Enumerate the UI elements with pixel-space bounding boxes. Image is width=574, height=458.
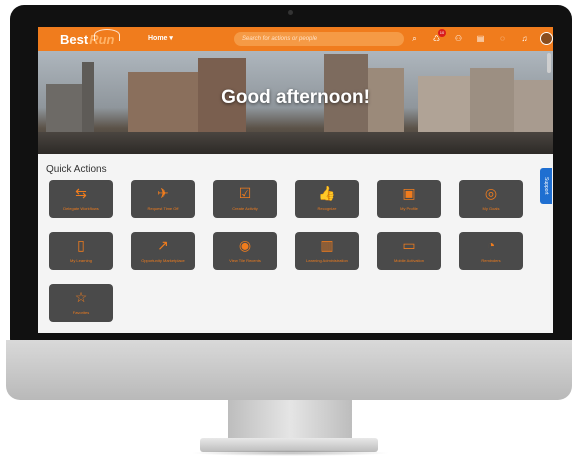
top-navigation-bar: BestRun Home ▾ Search for actions or peo… (38, 27, 553, 51)
open-book-icon: ▥ (320, 237, 334, 253)
growth-chart-icon: ↗ (157, 237, 169, 253)
stand-shadow (190, 450, 390, 456)
quick-action-delegate-workflows[interactable]: ⇆ Delegate Workflows (49, 180, 113, 218)
help-icon[interactable]: ◌ (496, 32, 509, 45)
quick-action-favorites[interactable]: ☆ Favorites (49, 284, 113, 322)
header-icon-group: ⌕ ♺ 10 ⚇ ▤ ◌ ♫ (408, 29, 553, 45)
search-input[interactable]: Search for actions or people (234, 32, 404, 46)
app-screen: BestRun Home ▾ Search for actions or peo… (38, 27, 553, 333)
search-icon[interactable]: ⌕ (408, 32, 421, 45)
monitor-stand-neck (228, 400, 352, 442)
company-logo[interactable]: BestRun (60, 29, 120, 47)
logo-best-text: Best (60, 32, 89, 47)
quick-action-my-goals[interactable]: ◎ My Goals (459, 180, 523, 218)
quick-action-label: Mobile Activation (393, 258, 424, 263)
quick-action-reminders[interactable]: ◔ Reminders (459, 232, 523, 270)
quick-action-label: Opportunity Marketplace (141, 258, 185, 263)
calendar-arrow-icon: ⇆ (75, 185, 87, 201)
avatar[interactable] (540, 32, 553, 45)
camera-dot (288, 10, 293, 15)
quick-action-create-activity[interactable]: ☑ Create Activity (213, 180, 277, 218)
timer-icon: ◔ (486, 237, 496, 253)
greeting-heading: Good afternoon! (221, 87, 370, 108)
star-list-icon: ☆ (74, 289, 88, 305)
quick-action-label: Learning Administration (306, 258, 348, 263)
quick-actions-title: Quick Actions (46, 164, 107, 175)
logo-swoosh-icon (94, 29, 120, 41)
quick-action-label: My Goals (482, 206, 500, 211)
dial-icon: ◉ (238, 237, 252, 253)
quick-action-learning-administration[interactable]: ▥ Learning Administration (295, 232, 359, 270)
airplane-icon: ✈ (157, 185, 169, 201)
book-icon: ▯ (77, 237, 85, 253)
support-tab[interactable]: Support (540, 168, 552, 204)
page-scrollbar[interactable] (547, 53, 551, 73)
notification-badge: 10 (438, 29, 446, 37)
quick-action-my-profile[interactable]: ▣ My Profile (377, 180, 441, 218)
quick-action-label: Delegate Workflows (63, 206, 99, 211)
monitor-mockup: BestRun Home ▾ Search for actions or peo… (0, 0, 574, 458)
quick-action-label: My Profile (400, 206, 418, 211)
target-icon: ◎ (484, 185, 498, 201)
canal-water (38, 132, 553, 154)
devices-icon: ▭ (402, 237, 416, 253)
quick-action-mobile-activation[interactable]: ▭ Mobile Activation (377, 232, 441, 270)
quick-action-recognize[interactable]: 👍 Recognize (295, 180, 359, 218)
clipboard-check-icon: ☑ (238, 185, 252, 201)
quick-action-label: Recognize (317, 206, 337, 211)
quick-action-label: My Learning (69, 258, 92, 263)
quick-action-opportunity-marketplace[interactable]: ↗ Opportunity Marketplace (131, 232, 195, 270)
monitor-chin (6, 340, 572, 400)
home-menu-button[interactable]: Home ▾ (148, 34, 173, 42)
quick-action-label: Favorites (72, 310, 90, 315)
quick-action-label: Reminders (481, 258, 501, 263)
notifications-icon[interactable]: ♺ 10 (430, 29, 446, 45)
quick-action-view-tile-recents[interactable]: ◉ View Tile Recents (213, 232, 277, 270)
quick-action-request-time-off[interactable]: ✈ Request Time Off (131, 180, 195, 218)
hero-banner: Good afternoon! (38, 51, 553, 154)
id-card-icon: ▣ (402, 185, 416, 201)
quick-action-label: Create Activity (232, 206, 258, 211)
quick-action-my-learning[interactable]: ▯ My Learning (49, 232, 113, 270)
chat-icon[interactable]: ▤ (474, 32, 487, 45)
quick-action-label: Request Time Off (147, 206, 179, 211)
thumbs-up-icon: 👍 (318, 185, 336, 201)
people-icon[interactable]: ⚇ (452, 32, 465, 45)
quick-action-label: View Tile Recents (229, 258, 261, 263)
bell-icon[interactable]: ♫ (518, 32, 531, 45)
